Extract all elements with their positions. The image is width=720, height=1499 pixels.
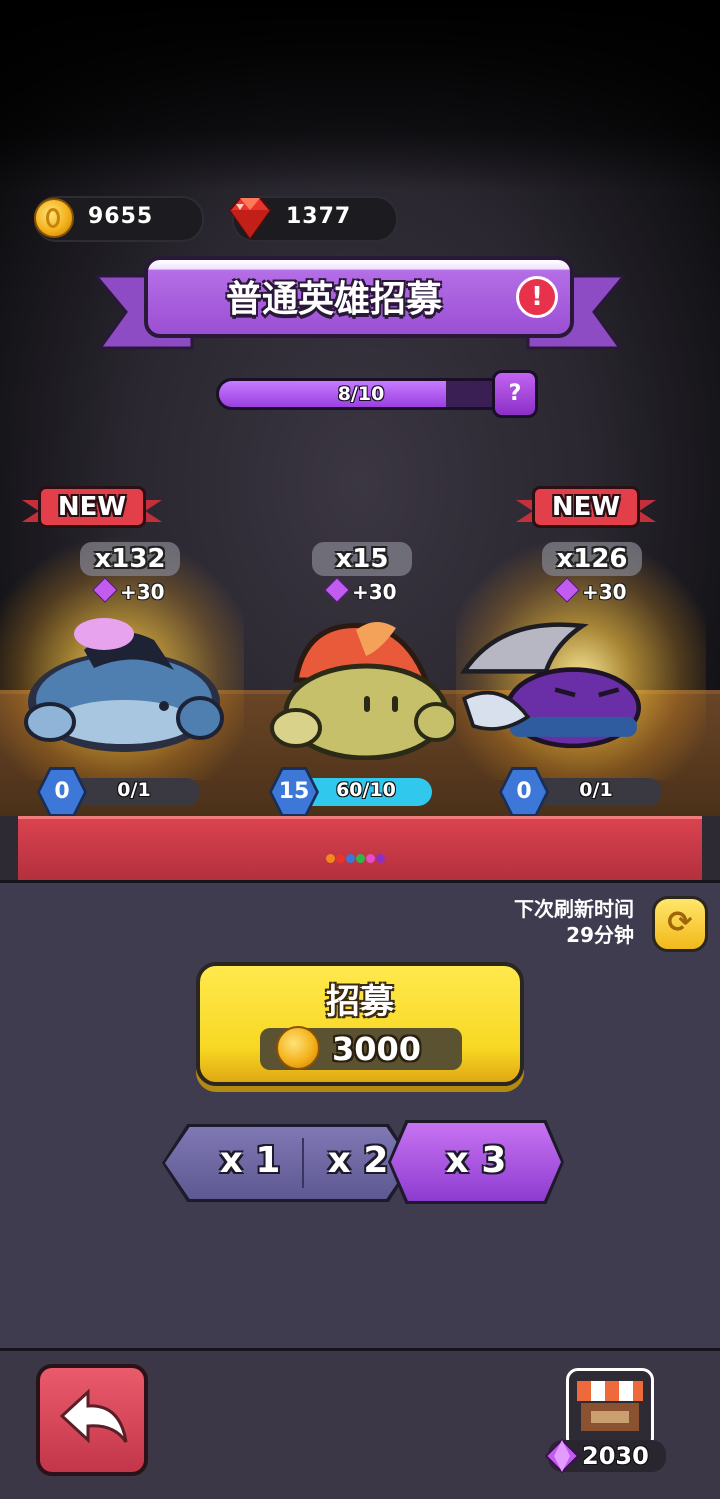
yellow-slime-hero [270, 621, 456, 760]
hero-bonus: +30 [554, 577, 658, 604]
refresh-timer: 下次刷新时间 29分钟 [514, 896, 634, 948]
hero-progress-text: 0/1 [117, 779, 151, 801]
hero-bonus: +30 [92, 577, 196, 604]
recruit-label: 招募 [326, 982, 394, 1022]
page-indicator [326, 848, 396, 863]
recruit-progress-bar: 8/10 [216, 378, 506, 410]
gem-balance: 2030 [544, 1438, 666, 1474]
recruit-button[interactable]: 招募 3000 [196, 962, 524, 1086]
recruit-panel [0, 880, 720, 1351]
gem-icon [92, 577, 118, 603]
progress-label: 8/10 [337, 383, 385, 405]
multiplier-x1-label: x 1 [219, 1140, 281, 1181]
new-badge: NEW [516, 486, 656, 532]
banner-title: 普通英雄招募 [225, 279, 442, 320]
back-button[interactable] [36, 1364, 148, 1476]
multiplier-x3-button[interactable]: x 3 [388, 1120, 564, 1204]
hero-bonus: +30 [324, 577, 428, 604]
back-arrow-icon [59, 1388, 128, 1444]
purple-slime-hero [459, 622, 641, 749]
recruit-cost-value: 3000 [332, 1030, 422, 1068]
refresh-timer-title: 下次刷新时间 [514, 897, 634, 921]
gem-icon [554, 577, 580, 603]
hero-progress-text: 60/10 [336, 779, 396, 801]
hero-bonus-value: +30 [582, 580, 627, 604]
gem-amount: 2030 [582, 1442, 649, 1470]
hero-progress-text: 0/1 [579, 779, 613, 801]
multiplier-divider [302, 1138, 304, 1188]
coin-icon [34, 198, 74, 238]
coin-counter: 9655 [34, 196, 204, 242]
ruby-icon [228, 197, 272, 240]
gem-icon [324, 577, 350, 603]
hero-bonus-value: +30 [120, 580, 165, 604]
coin-amount: 9655 [88, 204, 154, 229]
new-label: NEW [532, 486, 640, 528]
hero-count: x15 [312, 542, 412, 576]
blue-slime-hero [24, 618, 224, 752]
coin-icon [276, 1026, 320, 1070]
hero-card-3[interactable]: NEW x126 +30 0/1 0 [456, 480, 706, 820]
ruby-counter: 1377 [228, 196, 398, 242]
ruby-amount: 1377 [286, 204, 352, 229]
gem-icon [544, 1438, 580, 1474]
recruit-cost: 3000 [260, 1026, 462, 1070]
refresh-icon[interactable]: ⟳ [652, 896, 708, 952]
hero-bonus-value: +30 [352, 580, 397, 604]
hero-count: x132 [80, 542, 180, 576]
multiplier-x1-button[interactable]: x 1 [200, 1124, 300, 1202]
new-label: NEW [38, 486, 146, 528]
hero-card-1[interactable]: NEW x132 +30 0/1 0 [0, 480, 244, 820]
refresh-timer-value: 29分钟 [566, 923, 634, 947]
new-badge: NEW [22, 486, 162, 532]
exclamation-icon[interactable]: ! [516, 276, 558, 318]
top-shade [0, 0, 720, 190]
hero-card-2[interactable]: x15 +30 60/10 15 [236, 480, 466, 820]
multiplier-x3-label: x 3 [445, 1140, 507, 1181]
shop-icon [577, 1381, 643, 1431]
help-button[interactable]: ? [492, 370, 538, 418]
hero-count: x126 [542, 542, 642, 576]
recruit-banner: 普通英雄招募 ! [96, 256, 624, 356]
